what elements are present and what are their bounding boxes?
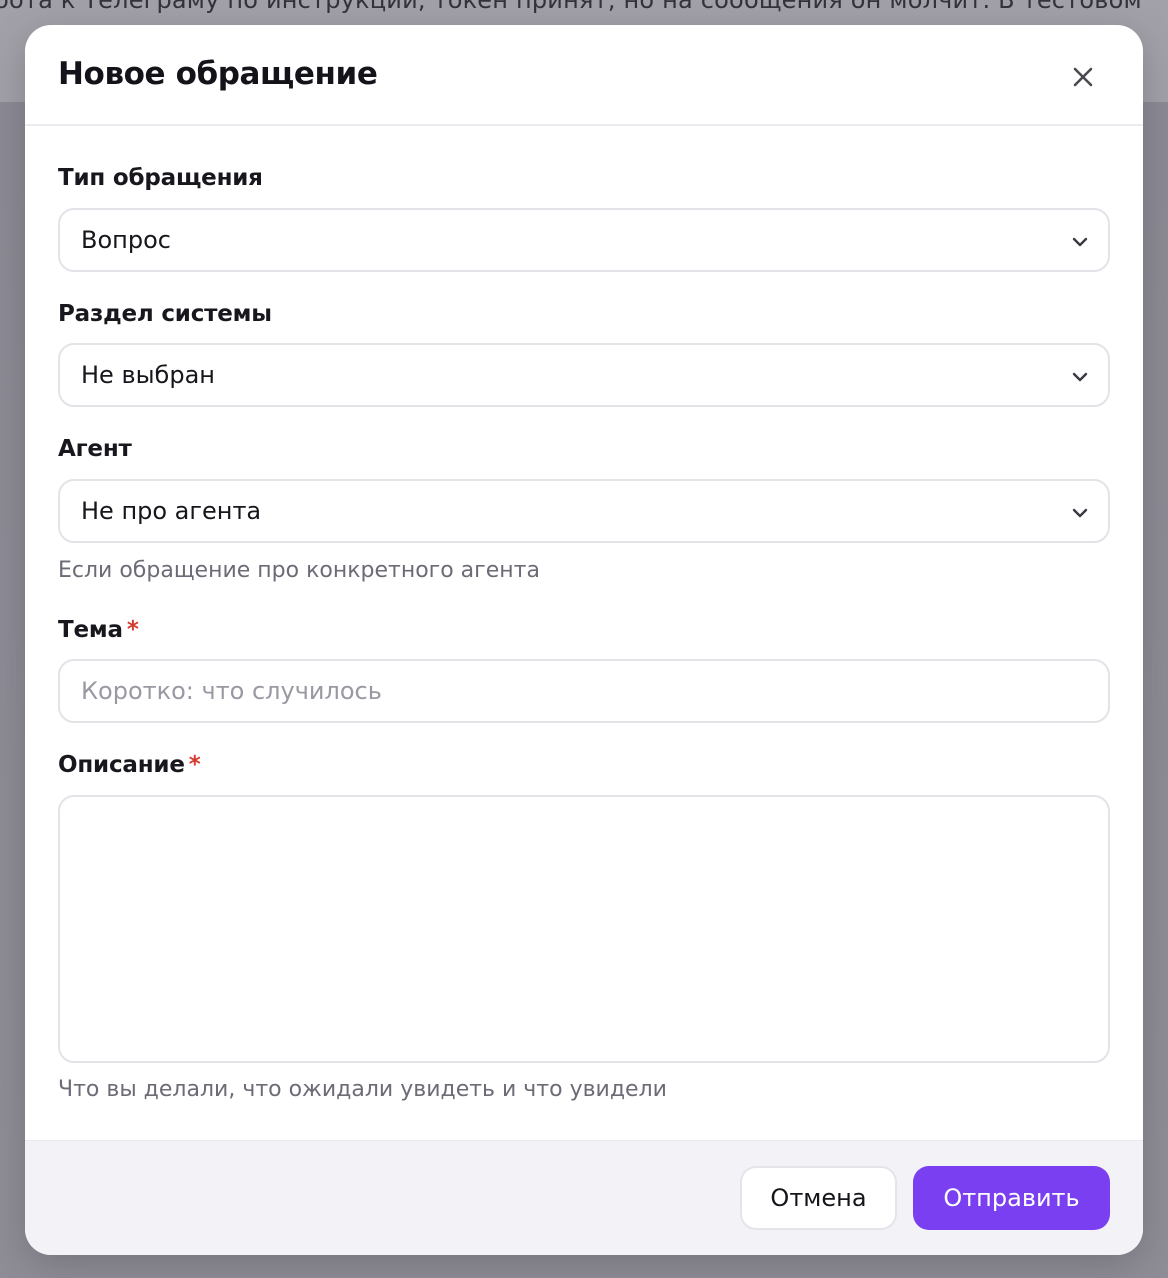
required-mark: * <box>126 617 139 643</box>
agent-value: Не про агента <box>81 497 262 525</box>
required-mark: * <box>188 752 201 778</box>
subject-placeholder: Коротко: что случилось <box>81 677 382 705</box>
description-label: Описание * <box>58 752 201 778</box>
system-section-select[interactable]: Не выбран <box>58 343 1110 407</box>
dialog-header: Новое обращение <box>25 25 1143 126</box>
subject-input[interactable]: Коротко: что случилось <box>58 659 1110 723</box>
dialog-footer: Отмена Отправить <box>25 1140 1143 1255</box>
request-type-value: Вопрос <box>81 226 171 254</box>
close-button[interactable] <box>1065 59 1101 95</box>
submit-button[interactable]: Отправить <box>913 1166 1110 1230</box>
dialog-title: Новое обращение <box>58 56 378 92</box>
system-section-label: Раздел системы <box>58 301 272 327</box>
chevron-down-icon <box>1072 372 1088 382</box>
agent-hint: Если обращение про конкретного агента <box>58 558 540 583</box>
request-type-label: Тип обращения <box>58 165 263 191</box>
cancel-button[interactable]: Отмена <box>740 1166 897 1230</box>
chevron-down-icon <box>1072 237 1088 247</box>
agent-select[interactable]: Не про агента <box>58 479 1110 543</box>
request-type-select[interactable]: Вопрос <box>58 208 1110 272</box>
background-page-text: бота к Телеграму по инструкции, токен пр… <box>0 0 1142 14</box>
close-icon <box>1073 67 1093 87</box>
description-hint: Что вы делали, что ожидали увидеть и что… <box>58 1077 667 1102</box>
subject-label: Тема * <box>58 617 139 643</box>
system-section-value: Не выбран <box>81 361 215 389</box>
new-request-dialog: Новое обращение Тип обращения Вопрос Раз… <box>25 25 1143 1255</box>
chevron-down-icon <box>1072 508 1088 518</box>
description-label-text: Описание <box>58 752 185 778</box>
subject-label-text: Тема <box>58 617 123 643</box>
agent-label: Агент <box>58 436 132 462</box>
description-textarea[interactable] <box>58 795 1110 1063</box>
